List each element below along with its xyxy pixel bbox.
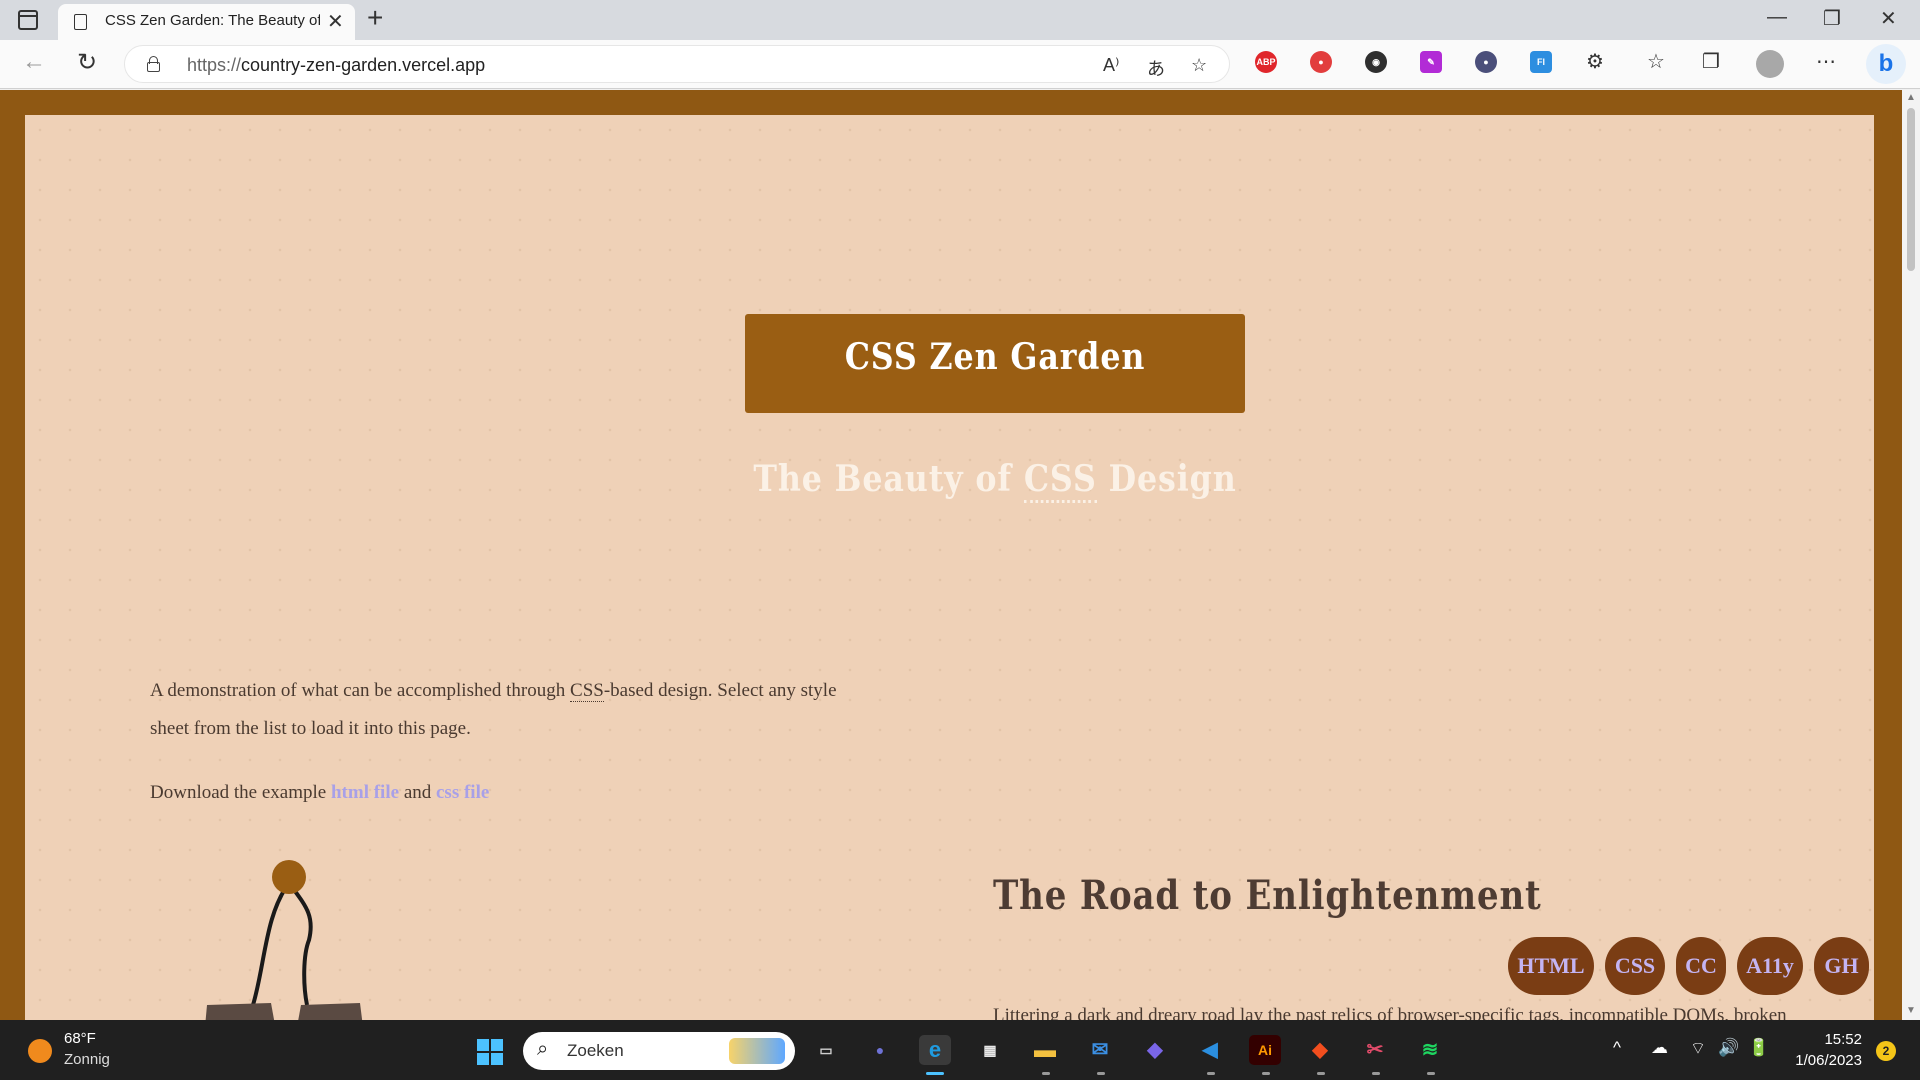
record-icon[interactable]: ● bbox=[1310, 51, 1332, 73]
windows-start-icon[interactable] bbox=[477, 1039, 503, 1065]
page-scrollbar[interactable]: ▲ ▼ bbox=[1902, 90, 1920, 1020]
close-icon[interactable]: ✕ bbox=[327, 9, 344, 34]
active-indicator bbox=[926, 1072, 944, 1075]
site-subtitle: The Beauty of CSS Design bbox=[687, 458, 1303, 503]
restore-button[interactable]: ❐ bbox=[1823, 6, 1841, 31]
figma-icon[interactable]: ◆ bbox=[1304, 1035, 1336, 1065]
theme-icon[interactable]: ● bbox=[1475, 51, 1497, 73]
running-indicator bbox=[1207, 1072, 1215, 1075]
onedrive-icon[interactable]: ☁ bbox=[1651, 1038, 1668, 1058]
css-abbr: CSS bbox=[1023, 458, 1097, 503]
taskbar: 68°F Zonnig ⌕ Zoeken ▭ ● e ▦ ▬ ✉ ◆ ◀ Ai … bbox=[0, 1020, 1920, 1080]
site-title: CSS Zen Garden bbox=[844, 336, 1146, 378]
collections-icon[interactable]: ❐ bbox=[1702, 49, 1720, 74]
color-picker-icon[interactable]: ◉ bbox=[1365, 51, 1387, 73]
cc-badge[interactable]: CC bbox=[1676, 937, 1726, 995]
download-paragraph: Download the example html file and css f… bbox=[150, 782, 490, 803]
running-indicator bbox=[1317, 1072, 1325, 1075]
running-indicator bbox=[1427, 1072, 1435, 1075]
vertical-tabs-icon[interactable] bbox=[18, 10, 38, 30]
clock-date[interactable]: 1/06/2023 bbox=[1782, 1052, 1862, 1069]
store-icon[interactable]: ▦ bbox=[974, 1035, 1006, 1065]
zen-garden-page: CSS Zen Garden The Beauty of CSS Design … bbox=[25, 115, 1874, 1020]
css-file-link[interactable]: css file bbox=[436, 782, 489, 803]
read-aloud-icon[interactable]: A⁾ bbox=[1103, 55, 1119, 76]
minimize-button[interactable]: — bbox=[1767, 6, 1787, 29]
search-icon: ⌕ bbox=[537, 1038, 549, 1060]
adblock-plus-icon[interactable]: ABP bbox=[1255, 51, 1277, 73]
snipping-tool-icon[interactable]: ✂ bbox=[1359, 1035, 1391, 1065]
clock-time[interactable]: 15:52 bbox=[1782, 1031, 1862, 1048]
favorites-icon[interactable]: ☆ bbox=[1647, 49, 1665, 74]
url-text[interactable]: https://country-zen-garden.vercel.app bbox=[187, 55, 485, 76]
back-icon[interactable]: ← bbox=[22, 48, 46, 76]
mail-icon[interactable]: ✉ bbox=[1084, 1035, 1116, 1065]
css-badge[interactable]: CSS bbox=[1605, 937, 1665, 995]
battery-icon[interactable]: 🔋 bbox=[1748, 1038, 1769, 1058]
weather-temperature[interactable]: 68°F bbox=[64, 1030, 96, 1047]
tab-title: CSS Zen Garden: The Beauty of CSS Design bbox=[105, 12, 320, 29]
running-indicator bbox=[1097, 1072, 1105, 1075]
road-paragraph: Littering a dark and dreary road lay the… bbox=[993, 1005, 1787, 1020]
sun-icon[interactable] bbox=[28, 1039, 52, 1063]
a11y-badge[interactable]: A11y bbox=[1737, 937, 1803, 995]
spotify-icon[interactable]: ≋ bbox=[1414, 1035, 1446, 1065]
running-indicator bbox=[1042, 1072, 1050, 1075]
copilot-icon[interactable]: ◆ bbox=[1139, 1035, 1171, 1065]
weather-condition[interactable]: Zonnig bbox=[64, 1051, 110, 1068]
road-heading: The Road to Enlightenment bbox=[993, 872, 1542, 919]
file-explorer-icon[interactable]: ▬ bbox=[1029, 1035, 1061, 1065]
taskbar-search[interactable]: ⌕ Zoeken bbox=[523, 1032, 795, 1070]
close-window-button[interactable]: ✕ bbox=[1880, 6, 1897, 31]
extensions-icon[interactable]: ⚙ bbox=[1586, 49, 1604, 74]
page-icon bbox=[74, 14, 87, 30]
new-tab-button[interactable]: + bbox=[367, 2, 383, 34]
volume-icon[interactable]: 🔊 bbox=[1718, 1038, 1739, 1058]
html-file-link[interactable]: html file bbox=[331, 782, 399, 803]
translate-icon[interactable]: あ bbox=[1147, 55, 1165, 81]
vscode-icon[interactable]: ◀ bbox=[1194, 1035, 1226, 1065]
lock-icon[interactable] bbox=[147, 56, 160, 72]
browser-toolbar: ← ↻ https://country-zen-garden.vercel.ap… bbox=[0, 40, 1920, 89]
scroll-up-icon[interactable]: ▲ bbox=[1906, 92, 1916, 103]
bing-icon[interactable]: b bbox=[1866, 44, 1906, 84]
fl-extension-icon[interactable]: Fl bbox=[1530, 51, 1552, 73]
site-title-box: CSS Zen Garden bbox=[745, 314, 1245, 413]
show-hidden-icons[interactable]: ^ bbox=[1613, 1038, 1621, 1058]
running-indicator bbox=[1372, 1072, 1380, 1075]
edge-icon[interactable]: e bbox=[919, 1035, 951, 1065]
address-bar[interactable]: https://country-zen-garden.vercel.app A⁾… bbox=[124, 45, 1230, 83]
scroll-down-icon[interactable]: ▼ bbox=[1906, 1005, 1916, 1016]
extension-icon[interactable]: ✎ bbox=[1420, 51, 1442, 73]
task-view-icon[interactable]: ▭ bbox=[810, 1035, 842, 1065]
add-favorite-icon[interactable]: ☆ bbox=[1191, 55, 1207, 76]
tab-strip: CSS Zen Garden: The Beauty of CSS Design… bbox=[0, 0, 1920, 40]
profile-icon[interactable] bbox=[1756, 50, 1784, 78]
more-icon[interactable]: ⋯ bbox=[1816, 49, 1836, 74]
web-viewport: CSS Zen Garden The Beauty of CSS Design … bbox=[0, 90, 1902, 1020]
wifi-icon[interactable]: ⌔ bbox=[1690, 1038, 1706, 1059]
search-placeholder: Zoeken bbox=[567, 1041, 624, 1060]
lantern-illustration bbox=[205, 860, 363, 1020]
intro-paragraph: A demonstration of what can be accomplis… bbox=[150, 680, 837, 739]
html-badge[interactable]: HTML bbox=[1508, 937, 1594, 995]
gh-badge[interactable]: GH bbox=[1814, 937, 1869, 995]
search-highlight-icon bbox=[729, 1038, 785, 1064]
running-indicator bbox=[1262, 1072, 1270, 1075]
scroll-thumb[interactable] bbox=[1907, 108, 1915, 271]
illustrator-icon[interactable]: Ai bbox=[1249, 1035, 1281, 1065]
browser-tab[interactable]: CSS Zen Garden: The Beauty of CSS Design… bbox=[58, 4, 355, 40]
notification-badge[interactable]: 2 bbox=[1876, 1041, 1896, 1061]
refresh-icon[interactable]: ↻ bbox=[77, 48, 97, 77]
css-abbr: CSS bbox=[570, 680, 604, 702]
teams-chat-icon[interactable]: ● bbox=[864, 1035, 896, 1065]
